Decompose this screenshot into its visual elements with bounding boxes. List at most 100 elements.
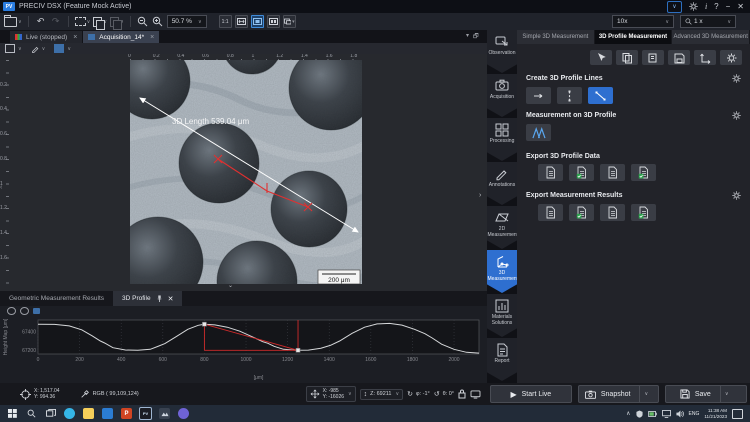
fit-to-window-button[interactable] bbox=[235, 15, 248, 28]
zoom-in-button[interactable] bbox=[152, 15, 164, 28]
display-tray-icon[interactable] bbox=[662, 410, 671, 418]
optical-zoom-dropdown[interactable]: 1 x∨ bbox=[680, 15, 736, 28]
profile-export-icon[interactable] bbox=[33, 308, 40, 314]
settings-gear-icon[interactable] bbox=[689, 1, 698, 12]
workflow-step-annotations[interactable]: Annotations bbox=[487, 162, 517, 205]
undo-button[interactable]: ↶ bbox=[35, 15, 47, 28]
export-results-workbook-document-button[interactable] bbox=[631, 204, 656, 221]
paste-button[interactable]: ∨ bbox=[110, 15, 124, 28]
height-profile-chart[interactable]: 0200400600800100012001400160018002000672… bbox=[0, 316, 487, 382]
tab-close-icon[interactable]: × bbox=[73, 34, 77, 41]
task-view-icon[interactable] bbox=[42, 406, 59, 421]
save-button[interactable]: Save ∨ bbox=[665, 385, 747, 403]
section-settings-gear-icon[interactable] bbox=[732, 191, 741, 200]
workflow-step-observation[interactable]: Observation bbox=[487, 30, 517, 73]
export-data-excel-document-button[interactable] bbox=[569, 164, 594, 181]
shield-icon[interactable] bbox=[636, 410, 643, 418]
section-settings-gear-icon[interactable] bbox=[732, 74, 741, 83]
titlebar-chevron-down-icon[interactable]: ∨ bbox=[667, 1, 682, 13]
corner-line-tool-button[interactable] bbox=[694, 50, 716, 65]
taskbar-app-app-swirl[interactable] bbox=[175, 406, 192, 421]
panel-tab-3d-profile-measurement[interactable]: 3D Profile Measurement bbox=[595, 30, 673, 44]
open-file-button[interactable]: ∨ bbox=[4, 15, 22, 28]
microscope-image[interactable]: 3D Length 539.04 μm 200 μm bbox=[130, 60, 362, 284]
export-data-workbook-document-button[interactable] bbox=[631, 164, 656, 181]
layout-button[interactable]: ▾ bbox=[283, 15, 296, 28]
zoom-out-button[interactable] bbox=[137, 15, 149, 28]
taskbar-app-file-explorer[interactable] bbox=[80, 406, 97, 421]
viewer-collapse-chevron-icon[interactable]: ⌄ bbox=[228, 282, 233, 289]
battery-icon[interactable] bbox=[648, 411, 657, 417]
pin-icon[interactable] bbox=[156, 295, 163, 302]
section-settings-gear-icon[interactable] bbox=[732, 111, 741, 120]
tilt-readout[interactable]: ↺ θ: 0° bbox=[434, 390, 454, 398]
tab-list-chevron-icon[interactable]: ▾ bbox=[466, 32, 469, 42]
notification-center-icon[interactable] bbox=[732, 409, 743, 419]
profile-settings-tool-button[interactable] bbox=[720, 50, 742, 65]
stage-position-widget[interactable]: X: -985Y: -16026 ∨ bbox=[306, 386, 356, 403]
panel-tab-simple-3d-measurement[interactable]: Simple 3D Measurement bbox=[517, 30, 595, 44]
copy-button[interactable]: ∨ bbox=[93, 15, 107, 28]
copy-profile-tool-button[interactable] bbox=[616, 50, 638, 65]
taskbar-app-preciv-dsx[interactable]: PV bbox=[137, 406, 154, 421]
image-tool-button[interactable]: ∨ bbox=[5, 44, 22, 53]
panel-close-icon[interactable]: ✕ bbox=[168, 295, 174, 303]
rotation-readout[interactable]: ↻ φ: -1° bbox=[407, 390, 430, 398]
left-panel-handle-icon[interactable]: ‹ bbox=[0, 184, 2, 191]
taskbar-app-powerpoint[interactable]: P bbox=[118, 406, 135, 421]
snapshot-button[interactable]: Snapshot ∨ bbox=[578, 385, 660, 403]
float-window-icon[interactable]: 🗗 bbox=[473, 32, 479, 42]
close-icon[interactable]: ✕ bbox=[737, 1, 744, 12]
help-icon[interactable]: ? bbox=[714, 1, 718, 12]
start-button[interactable] bbox=[4, 406, 21, 421]
language-indicator[interactable]: ENG bbox=[689, 411, 700, 417]
tab-close-icon[interactable]: × bbox=[150, 34, 154, 41]
select-region-button[interactable]: ∨ bbox=[75, 15, 91, 28]
start-live-button[interactable]: ▶ Start Live bbox=[490, 385, 572, 403]
fill-screen-button[interactable] bbox=[251, 15, 264, 28]
objective-dropdown[interactable]: 10x∨ bbox=[612, 15, 674, 28]
taskbar-clock[interactable]: 11:38 AM11/21/2023 bbox=[704, 408, 727, 420]
select-tool-button[interactable] bbox=[590, 50, 612, 65]
document-tab[interactable]: Live (stopped)× bbox=[10, 31, 82, 43]
annotation-tool-button[interactable]: ∨ bbox=[31, 45, 46, 53]
volume-icon[interactable] bbox=[676, 410, 684, 418]
info-icon[interactable]: i bbox=[705, 1, 707, 12]
right-panel-handle-icon[interactable]: › bbox=[479, 192, 481, 199]
workflow-step-processing[interactable]: Processing bbox=[487, 118, 517, 161]
vertical-line-button[interactable] bbox=[557, 87, 582, 104]
image-viewer[interactable]: 00.20.40.60.811.21.41.61.8 0.20.40.60.81… bbox=[0, 54, 487, 291]
z-position-widget[interactable]: ↕ Z: 69211 ∨ bbox=[360, 389, 403, 400]
save-options-chevron-icon[interactable]: ∨ bbox=[720, 386, 733, 402]
redo-button[interactable]: ↷ bbox=[50, 15, 62, 28]
workflow-step-3d-measurement[interactable]: 3D Measurement bbox=[487, 250, 517, 293]
taskbar-app-photos[interactable] bbox=[156, 406, 173, 421]
lock-icon[interactable] bbox=[458, 389, 466, 399]
free-line-button[interactable] bbox=[588, 87, 613, 104]
display-icon[interactable] bbox=[470, 390, 481, 399]
export-results-table-document-button[interactable] bbox=[538, 204, 563, 221]
workflow-step-acquisition[interactable]: Acquisition bbox=[487, 74, 517, 117]
export-data-text-document-button[interactable] bbox=[600, 164, 625, 181]
export-results-excel-document-button[interactable] bbox=[569, 204, 594, 221]
taskbar-search-icon[interactable] bbox=[23, 406, 40, 421]
zoom-percent-dropdown[interactable]: 50.7 %∨ bbox=[167, 15, 207, 28]
results-tab-geometric-measurement-results[interactable]: Geometric Measurement Results bbox=[0, 291, 113, 306]
workflow-step-report[interactable]: Report bbox=[487, 338, 517, 381]
horizontal-line-button[interactable] bbox=[526, 87, 551, 104]
profile-refresh-icon[interactable] bbox=[20, 307, 29, 315]
document-tab[interactable]: Acquisition_14*× bbox=[83, 31, 159, 43]
export-results-text-document-button[interactable] bbox=[600, 204, 625, 221]
workflow-step-2d-measurement[interactable]: 2D Measurement bbox=[487, 206, 517, 249]
profile-option-icon[interactable] bbox=[7, 307, 16, 315]
panel-tab-advanced-3d-measurement[interactable]: Advanced 3D Measurement bbox=[672, 30, 750, 44]
dual-view-button[interactable] bbox=[267, 15, 280, 28]
chevron-up-icon[interactable]: ∧ bbox=[626, 410, 630, 417]
taskbar-app-edge[interactable] bbox=[61, 406, 78, 421]
duplicate-profile-tool-button[interactable] bbox=[642, 50, 664, 65]
taskbar-app-office-app[interactable] bbox=[99, 406, 116, 421]
actual-size-button[interactable]: 1:1 bbox=[219, 15, 232, 28]
workflow-step-materials-solutions[interactable]: Materials Solutions bbox=[487, 294, 517, 337]
save-profile-tool-button[interactable] bbox=[668, 50, 690, 65]
snapshot-options-chevron-icon[interactable]: ∨ bbox=[639, 386, 652, 402]
